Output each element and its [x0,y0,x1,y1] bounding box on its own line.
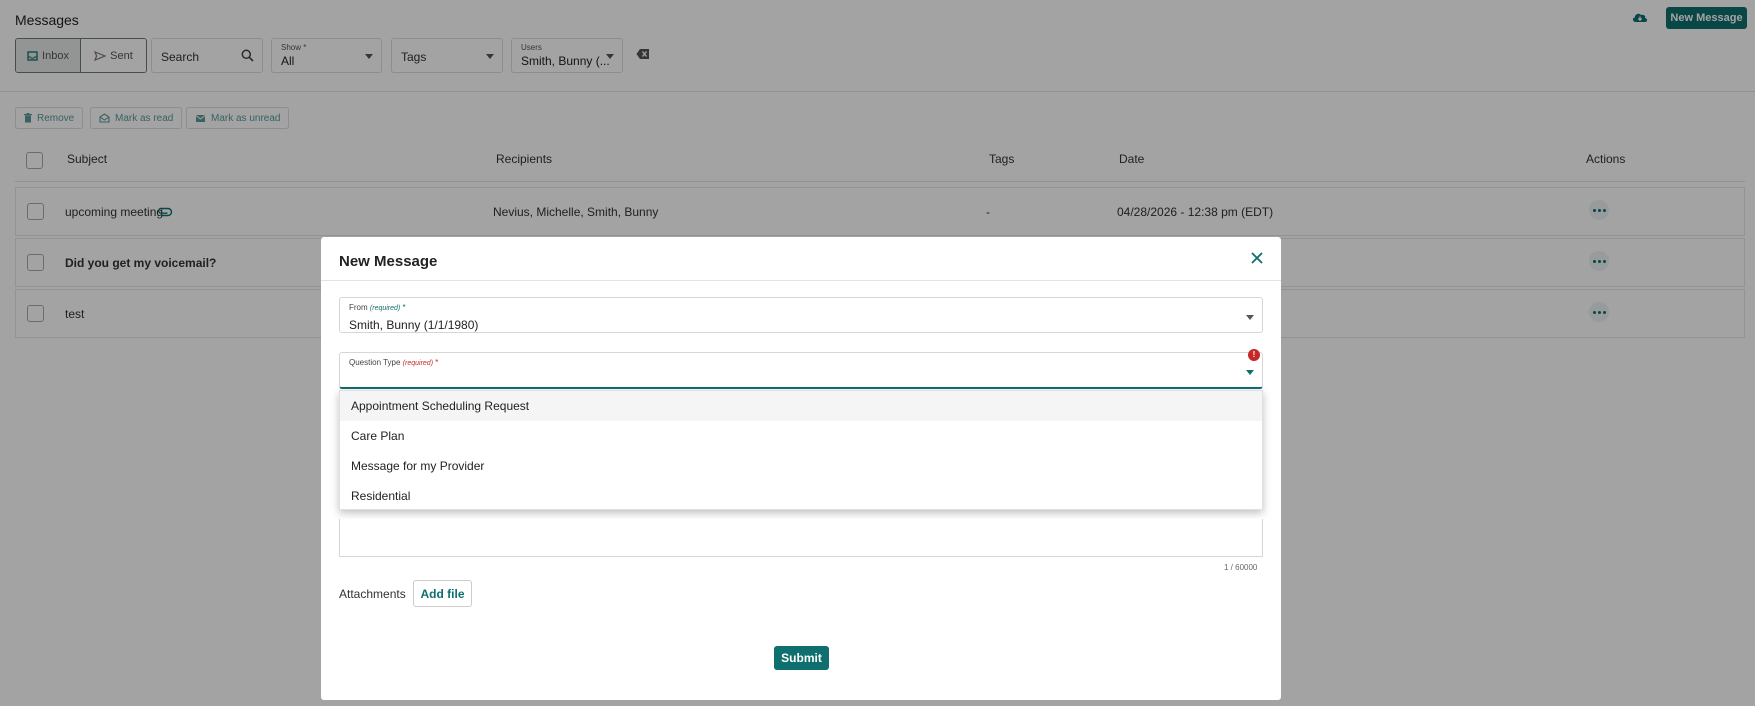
chevron-down-icon [1246,315,1254,320]
chevron-down-icon [1246,370,1254,375]
from-required-mark: * [402,303,406,312]
question-type-required-note: (required) [402,360,434,367]
from-value: Smith, Bunny (1/1/1980) [349,318,479,332]
option-care-plan[interactable]: Care Plan [340,421,1262,451]
from-select[interactable]: From (required) * Smith, Bunny (1/1/1980… [339,297,1263,333]
option-message-for-provider[interactable]: Message for my Provider [340,451,1262,481]
close-icon[interactable] [1250,251,1264,265]
question-type-label: Question Type [349,358,401,367]
message-body-field[interactable] [339,519,1263,557]
question-type-required-mark: * [435,358,439,367]
new-message-dialog: New Message From (required) * Smith, Bun… [321,237,1281,700]
question-type-select[interactable]: Question Type (required) * ! [339,349,1263,389]
error-icon: ! [1248,349,1260,361]
attachments-label: Attachments [339,587,406,601]
option-appointment-scheduling[interactable]: Appointment Scheduling Request [340,391,1262,421]
submit-button[interactable]: Submit [774,646,829,670]
from-label: From [349,303,368,312]
add-file-button[interactable]: Add file [413,580,472,607]
character-counter: 1 / 60000 [1224,563,1258,572]
dialog-divider [321,280,1281,281]
question-type-menu: Appointment Scheduling Request Care Plan… [339,390,1263,510]
dialog-title: New Message [339,253,438,270]
from-required-note: (required) [369,305,401,312]
option-residential[interactable]: Residential [340,481,1262,511]
